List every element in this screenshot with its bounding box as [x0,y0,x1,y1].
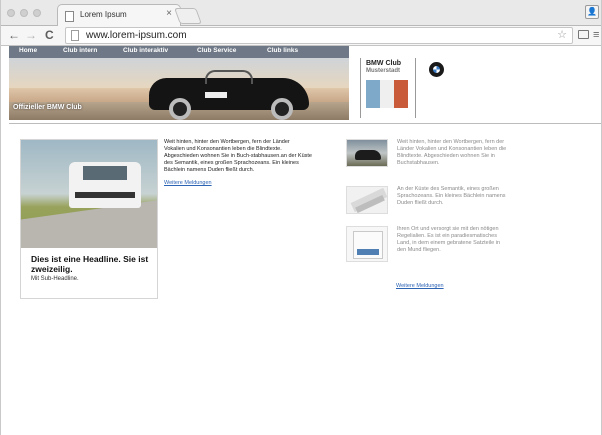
new-tab-button[interactable] [174,8,202,24]
minimize-window-button[interactable] [20,9,28,17]
cast-icon[interactable] [578,30,589,39]
address-url[interactable]: www.lorem-ipsum.com [86,30,187,41]
tab-title: Lorem Ipsum [80,10,127,19]
tab-strip: Lorem Ipsum × 👤 [1,0,601,26]
article-block: Weit hinten, hinter den Wortbergen, fern… [164,139,312,187]
header-divider [9,123,601,124]
back-arrow-icon[interactable]: ← [8,28,20,42]
paper-thumbnail-icon [346,186,388,214]
feature-car-photo [21,140,157,248]
reload-icon[interactable]: C [45,28,54,42]
bmw-roundel-icon [429,62,444,77]
browser-window: Lorem Ipsum × 👤 ← → C www.lorem-ipsum.co… [0,0,602,435]
news-more: Weitere Meldungen [396,274,444,292]
close-window-button[interactable] [7,9,15,17]
feature-subheadline: Mit Sub-Headline. [31,276,79,282]
address-bar[interactable]: www.lorem-ipsum.com ☆ [65,27,573,44]
feature-headline: Dies ist eine Headline. Sie ist zweizeil… [31,254,149,274]
news-item-text: Weit hinten, hinter den Wortbergen, fern… [397,139,507,166]
article-text: Weit hinten, hinter den Wortbergen, fern… [164,139,312,173]
nav-club-links[interactable]: Club links [267,47,298,54]
weitere-meldungen-link[interactable]: Weitere Meldungen [164,180,212,186]
nav-home[interactable]: Home [19,47,37,54]
club-flag-icon [366,80,408,108]
car-thumbnail-icon [346,139,388,167]
nav-club-interaktiv[interactable]: Club interaktiv [123,47,168,54]
club-city: Musterstadt [366,68,401,74]
news-item-text: Ihren Ort und versorgt sie mit den nötig… [397,226,501,253]
browser-tab[interactable]: Lorem Ipsum × [57,4,181,26]
forward-arrow-icon[interactable]: → [25,28,37,42]
site-navigation: Home Club intern Club interaktiv Club Se… [9,46,349,58]
book-thumbnail-icon [346,226,388,262]
nav-club-service[interactable]: Club Service [197,47,236,54]
weitere-meldungen-link[interactable]: Weitere Meldungen [396,283,444,289]
page-icon [71,30,79,41]
nav-club-intern[interactable]: Club intern [63,47,97,54]
profile-icon[interactable]: 👤 [585,5,599,19]
bookmark-star-icon[interactable]: ☆ [557,28,567,41]
hero-caption: Offizieller BMW Club [13,104,82,111]
news-item-text: An der Küste des Semantik, eines großen … [397,186,506,206]
chrome-menu-icon[interactable]: ≡ [593,29,599,41]
feature-card[interactable]: Dies ist eine Headline. Sie ist zweizeil… [20,139,158,299]
browser-toolbar: ← → C www.lorem-ipsum.com ☆ ≡ [1,26,601,46]
tab-close-icon[interactable]: × [166,8,172,19]
maximize-window-button[interactable] [33,9,41,17]
club-name: BMW Club [366,60,401,67]
page-favicon-icon [65,11,74,22]
